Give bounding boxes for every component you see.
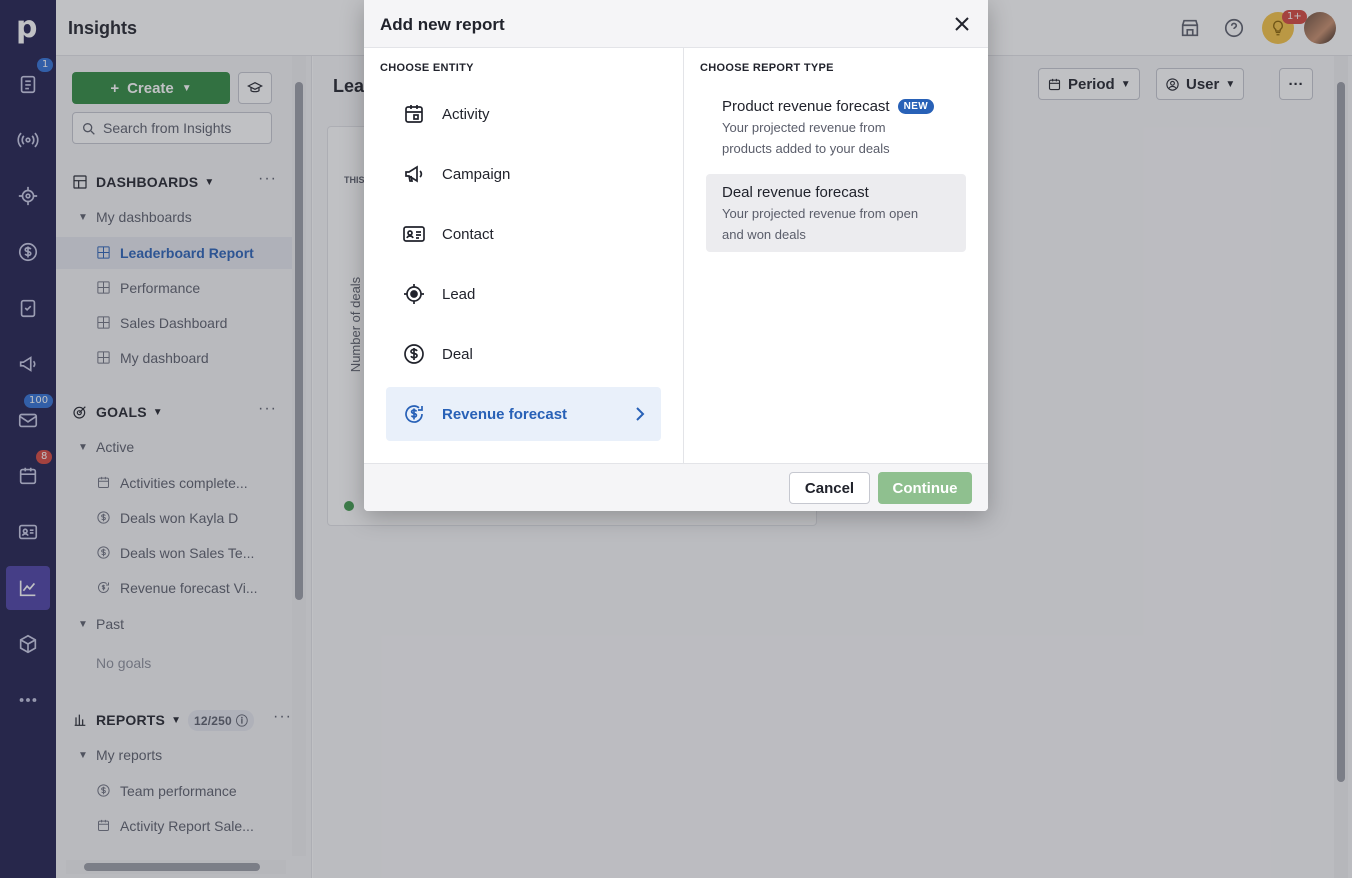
contact-card-icon <box>403 226 425 242</box>
entity-label: Lead <box>442 285 476 303</box>
entity-label: Deal <box>442 345 473 363</box>
report-type-description: Your projected revenue from products add… <box>722 117 950 159</box>
dialog-footer: Cancel Continue <box>364 463 988 511</box>
description-line: Your projected revenue from open <box>722 206 919 221</box>
description-line: and won deals <box>722 227 806 242</box>
dollar-icon <box>404 344 424 364</box>
close-icon <box>955 17 969 31</box>
report-type-column: CHOOSE REPORT TYPE Product revenue forec… <box>684 48 988 463</box>
add-report-dialog: Add new report CHOOSE ENTITY Activity Ca… <box>364 0 988 511</box>
target-icon <box>404 284 424 304</box>
entity-label: Activity <box>442 105 490 123</box>
revenue-forecast-icon <box>405 405 423 423</box>
entity-label: Campaign <box>442 165 511 183</box>
chevron-right-icon <box>636 407 645 421</box>
new-badge: NEW <box>897 99 935 114</box>
description-line: products added to your deals <box>722 141 890 156</box>
entity-deal[interactable]: Deal <box>386 327 661 381</box>
close-button[interactable] <box>952 14 972 34</box>
entity-lead[interactable]: Lead <box>386 267 661 321</box>
dialog-title: Add new report <box>380 15 505 34</box>
choose-entity-label: CHOOSE ENTITY <box>380 62 474 74</box>
report-type-product-revenue-forecast[interactable]: Product revenue forecast NEW Your projec… <box>706 88 966 169</box>
entity-contact[interactable]: Contact <box>386 207 661 261</box>
cancel-button[interactable]: Cancel <box>789 472 870 504</box>
description-line: Your projected revenue from <box>722 120 886 135</box>
entity-campaign[interactable]: Campaign <box>386 147 661 201</box>
report-type-deal-revenue-forecast[interactable]: Deal revenue forecast Your projected rev… <box>706 174 966 252</box>
calendar-icon <box>405 105 423 123</box>
report-type-title: Deal revenue forecast <box>722 184 869 201</box>
report-type-title: Product revenue forecast <box>722 98 890 115</box>
continue-button[interactable]: Continue <box>878 472 972 504</box>
entity-revenue-forecast[interactable]: Revenue forecast <box>386 387 661 441</box>
entity-activity[interactable]: Activity <box>386 87 661 141</box>
entity-label: Contact <box>442 225 494 243</box>
choose-report-type-label: CHOOSE REPORT TYPE <box>700 62 834 74</box>
report-type-description: Your projected revenue from open and won… <box>722 203 950 245</box>
dialog-header: Add new report <box>364 0 988 48</box>
entity-column: CHOOSE ENTITY Activity Campaign Contact … <box>364 48 684 463</box>
megaphone-icon <box>405 165 423 183</box>
entity-label: Revenue forecast <box>442 405 568 423</box>
